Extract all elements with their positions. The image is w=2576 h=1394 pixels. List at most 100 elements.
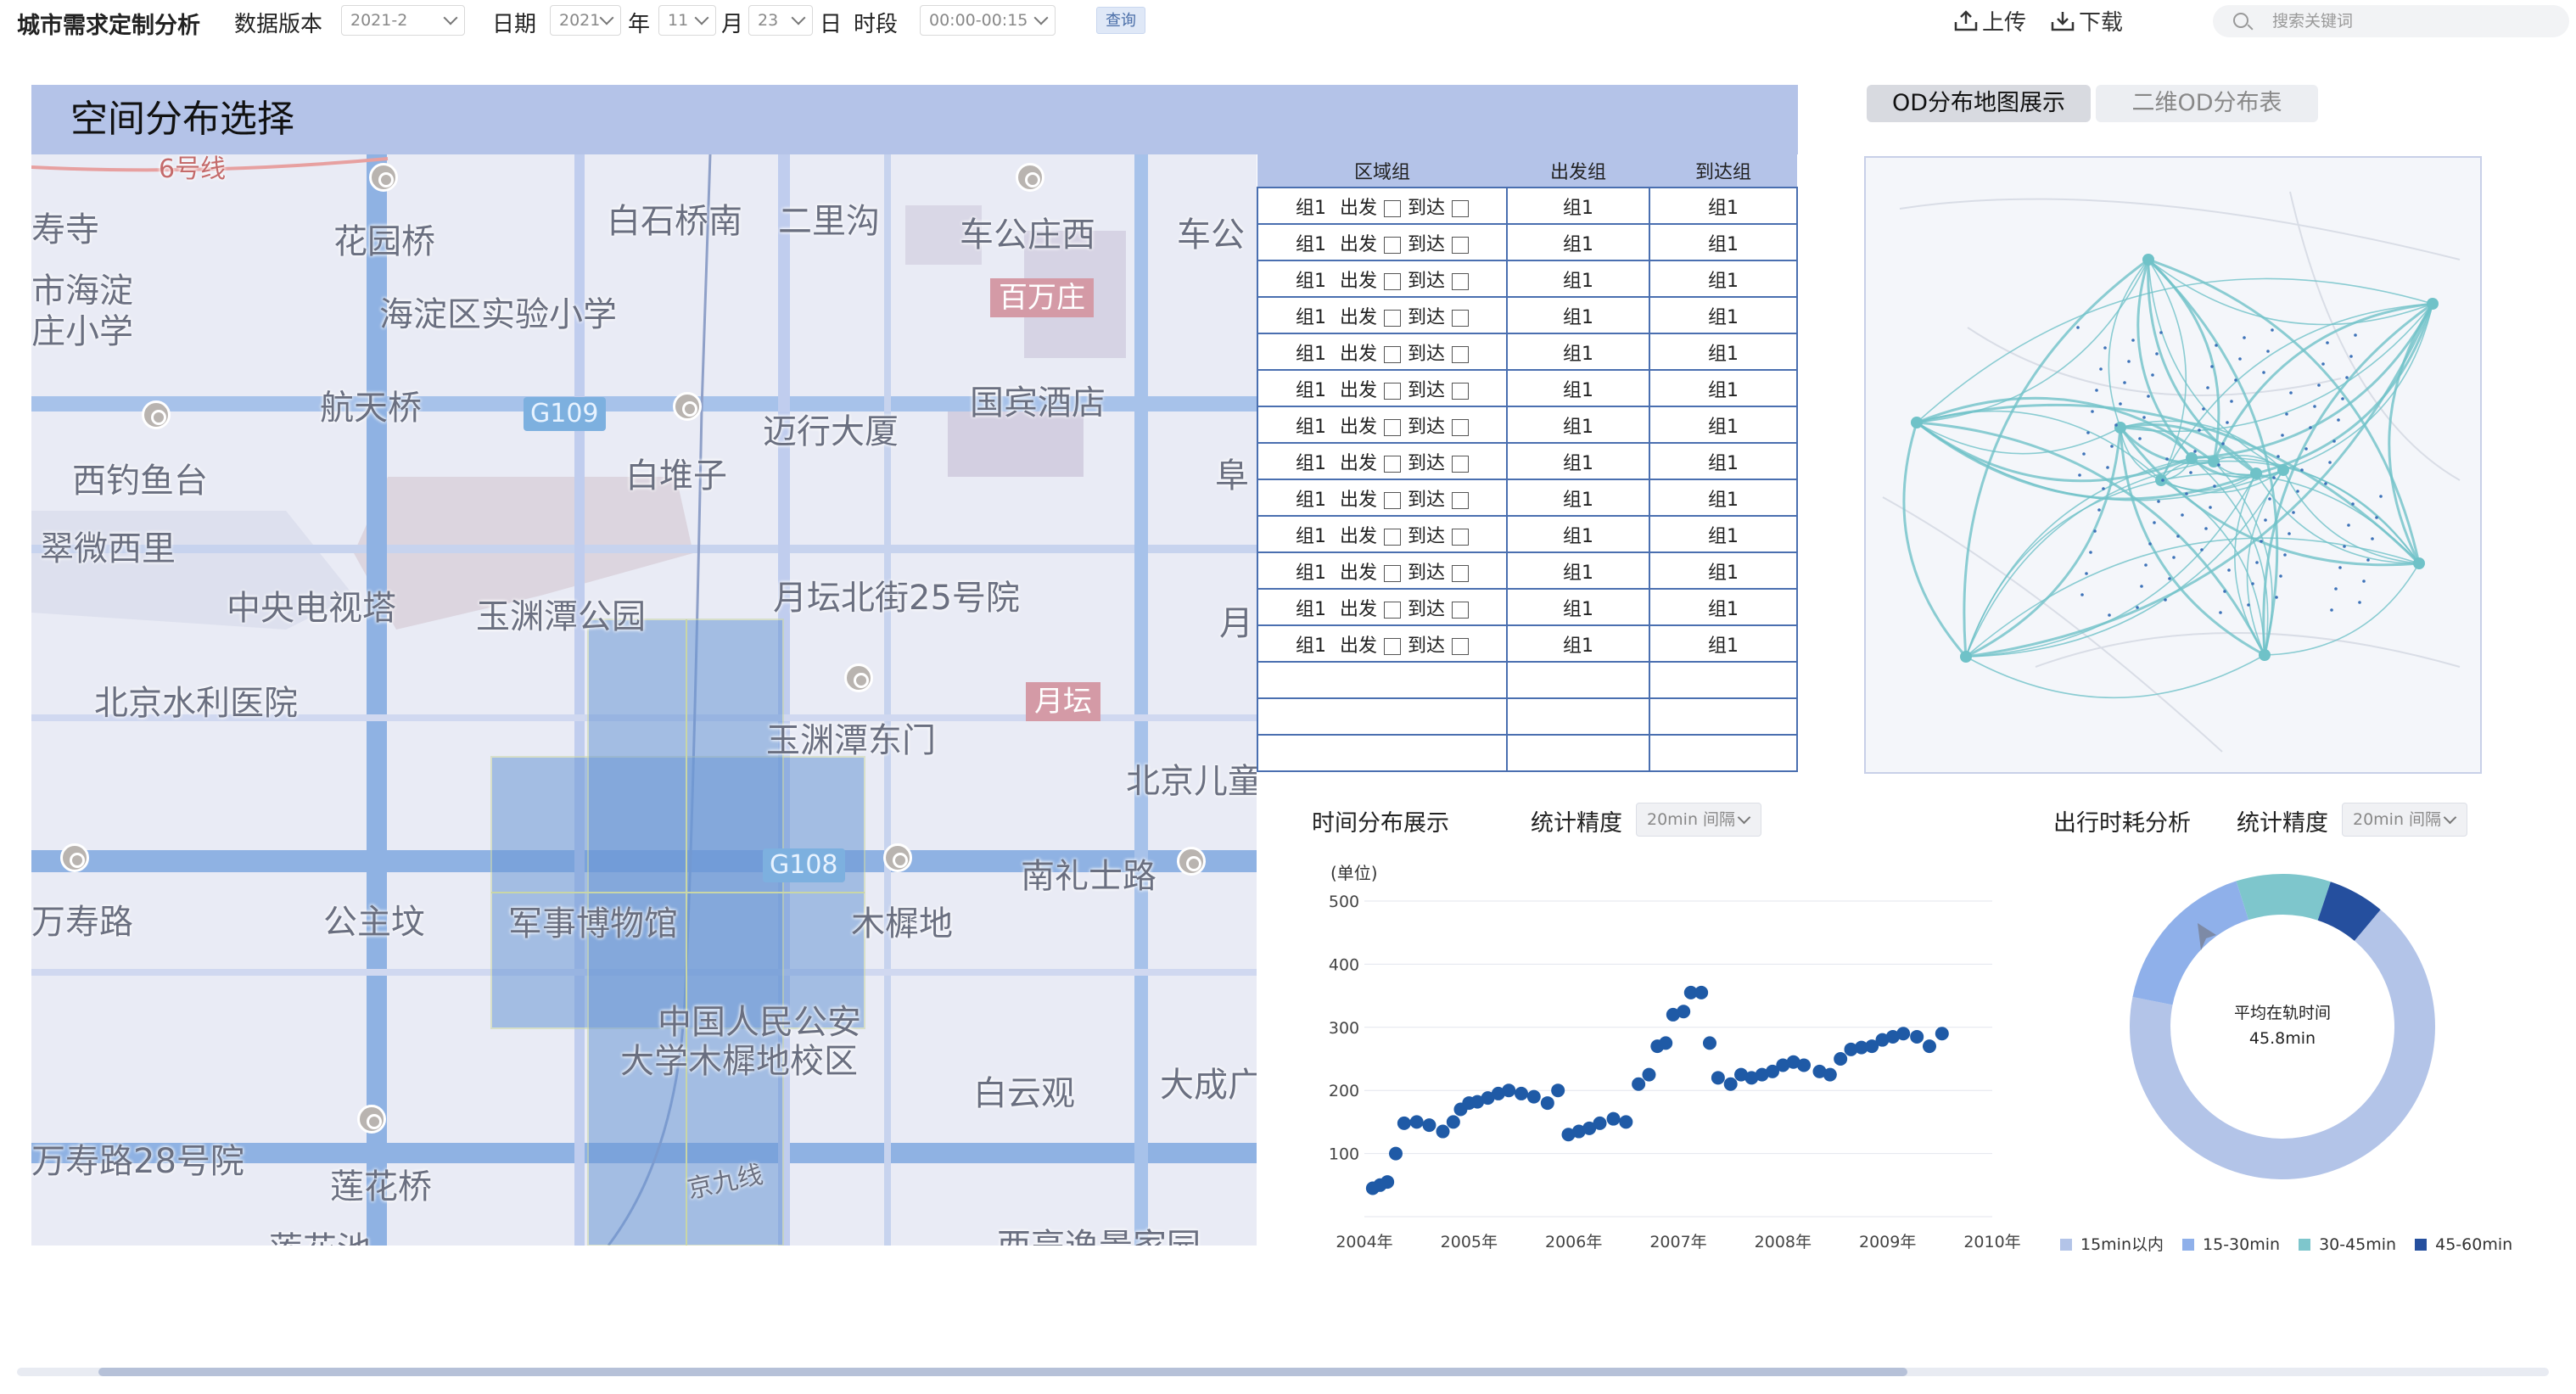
legend-item[interactable]: 30-45min: [2299, 1235, 2396, 1254]
depart-checkbox[interactable]: [1384, 236, 1401, 254]
empty-cell[interactable]: [1649, 734, 1798, 772]
arrive-checkbox[interactable]: [1452, 382, 1470, 400]
arrive-group-cell[interactable]: 组1: [1649, 333, 1798, 371]
empty-cell[interactable]: [1257, 734, 1508, 772]
arrive-checkbox[interactable]: [1452, 309, 1470, 327]
arrive-group-cell[interactable]: 组1: [1649, 479, 1798, 517]
horizontal-scrollbar-thumb[interactable]: [98, 1368, 1907, 1376]
depart-group-cell[interactable]: 组1: [1506, 187, 1650, 225]
arrive-checkbox[interactable]: [1452, 236, 1470, 254]
depart-checkbox[interactable]: [1384, 272, 1401, 290]
download-button[interactable]: 下载: [2050, 5, 2123, 36]
od-point: [2349, 355, 2353, 358]
depart-group-cell[interactable]: 组1: [1506, 223, 1650, 261]
arrive-checkbox[interactable]: [1452, 199, 1470, 217]
arrive-checkbox[interactable]: [1452, 418, 1470, 436]
time-dist-precision-label: 统计精度: [1531, 810, 1622, 837]
depart-group-cell[interactable]: 组1: [1506, 369, 1650, 407]
legend-item[interactable]: 45-60min: [2415, 1235, 2512, 1254]
arrive-group-cell[interactable]: 组1: [1649, 369, 1798, 407]
arrive-group-cell[interactable]: 组1: [1649, 515, 1798, 553]
empty-cell[interactable]: [1506, 661, 1650, 699]
empty-cell[interactable]: [1506, 734, 1650, 772]
query-button[interactable]: 查询: [1096, 7, 1145, 34]
legend-item[interactable]: 15-30min: [2182, 1235, 2280, 1254]
depart-group-cell[interactable]: 组1: [1506, 515, 1650, 553]
depart-group-cell[interactable]: 组1: [1506, 260, 1650, 298]
od-flow-map[interactable]: [1864, 156, 2482, 774]
depart-group-cell[interactable]: 组1: [1506, 333, 1650, 371]
period-select[interactable]: 00:00-00:15: [920, 5, 1056, 36]
od-point: [2351, 502, 2355, 506]
month-select[interactable]: 11: [658, 5, 716, 36]
depart-checkbox[interactable]: [1384, 564, 1401, 582]
upload-button[interactable]: 上传: [1953, 5, 2026, 36]
arrive-group-cell[interactable]: 组1: [1649, 187, 1798, 225]
arrive-group-cell[interactable]: 组1: [1649, 588, 1798, 626]
year-select[interactable]: 2021: [550, 5, 621, 36]
data-version-select[interactable]: 2021-2: [341, 5, 465, 36]
spatial-map[interactable]: 6号线 寿寺 花园桥 白石桥南 二里沟 车公庄西 车公 市海淀 庄小学 海淀区实…: [31, 154, 1257, 1246]
arrive-group-cell[interactable]: 组1: [1649, 296, 1798, 334]
scatter-point: [1409, 1115, 1424, 1129]
depart-group-cell[interactable]: 组1: [1506, 442, 1650, 480]
empty-cell[interactable]: [1506, 697, 1650, 736]
region-group-cell: 组1 出发 到达: [1257, 333, 1508, 371]
depart-checkbox[interactable]: [1384, 199, 1401, 217]
arrive-label: 到达: [1408, 379, 1446, 401]
depart-checkbox[interactable]: [1384, 491, 1401, 509]
time-dist-precision-select[interactable]: 20min 间隔: [1636, 803, 1761, 837]
depart-checkbox[interactable]: [1384, 637, 1401, 655]
depart-group-cell[interactable]: 组1: [1506, 588, 1650, 626]
od-node: [2114, 422, 2126, 434]
scatter-point: [1642, 1067, 1656, 1082]
arrive-checkbox[interactable]: [1452, 491, 1470, 509]
empty-cell[interactable]: [1649, 697, 1798, 736]
chevron-down-icon: [1737, 810, 1751, 825]
depart-checkbox[interactable]: [1384, 382, 1401, 400]
depart-group-cell[interactable]: 组1: [1506, 551, 1650, 590]
tab-od-map[interactable]: OD分布地图展示: [1867, 85, 2091, 122]
region-group-name: 组1: [1295, 489, 1326, 511]
arrive-group-cell[interactable]: 组1: [1649, 406, 1798, 444]
depart-group-cell[interactable]: 组1: [1506, 624, 1650, 663]
arrive-checkbox[interactable]: [1452, 564, 1470, 582]
od-point: [2151, 373, 2154, 377]
depart-checkbox[interactable]: [1384, 601, 1401, 619]
legend-item[interactable]: 15min以内: [2060, 1232, 2164, 1255]
chevron-down-icon: [1033, 10, 1049, 25]
arrive-checkbox[interactable]: [1452, 272, 1470, 290]
depart-checkbox[interactable]: [1384, 528, 1401, 546]
search-input[interactable]: 搜索关键词: [2213, 5, 2569, 37]
empty-cell[interactable]: [1257, 661, 1508, 699]
arrive-group-cell[interactable]: 组1: [1649, 551, 1798, 590]
tab-od-table[interactable]: 二维OD分布表: [2096, 85, 2318, 122]
arrive-checkbox[interactable]: [1452, 528, 1470, 546]
arrive-group-cell[interactable]: 组1: [1649, 624, 1798, 663]
depart-checkbox[interactable]: [1384, 418, 1401, 436]
empty-cell[interactable]: [1649, 661, 1798, 699]
region-group-cell: 组1 出发 到达: [1257, 588, 1508, 626]
arrive-checkbox[interactable]: [1452, 455, 1470, 473]
arrive-group-cell[interactable]: 组1: [1649, 442, 1798, 480]
arrive-checkbox[interactable]: [1452, 637, 1470, 655]
day-select[interactable]: 23: [748, 5, 813, 36]
depart-checkbox[interactable]: [1384, 309, 1401, 327]
depart-group-cell[interactable]: 组1: [1506, 406, 1650, 444]
scatter-point: [1515, 1086, 1528, 1100]
arrive-checkbox[interactable]: [1452, 345, 1470, 363]
arrive-checkbox[interactable]: [1452, 601, 1470, 619]
scatter-point: [1834, 1052, 1848, 1066]
map-label: 西亭逸景家园: [997, 1218, 1201, 1246]
depart-label: 出发: [1339, 233, 1377, 255]
depart-checkbox[interactable]: [1384, 345, 1401, 363]
download-icon: [2051, 12, 2075, 31]
empty-cell[interactable]: [1257, 697, 1508, 736]
arrive-group-cell[interactable]: 组1: [1649, 260, 1798, 298]
depart-checkbox[interactable]: [1384, 455, 1401, 473]
travel-precision-select[interactable]: 20min 间隔: [2342, 803, 2467, 837]
scatter-point: [1422, 1118, 1436, 1133]
depart-group-cell[interactable]: 组1: [1506, 479, 1650, 517]
depart-group-cell[interactable]: 组1: [1506, 296, 1650, 334]
arrive-group-cell[interactable]: 组1: [1649, 223, 1798, 261]
